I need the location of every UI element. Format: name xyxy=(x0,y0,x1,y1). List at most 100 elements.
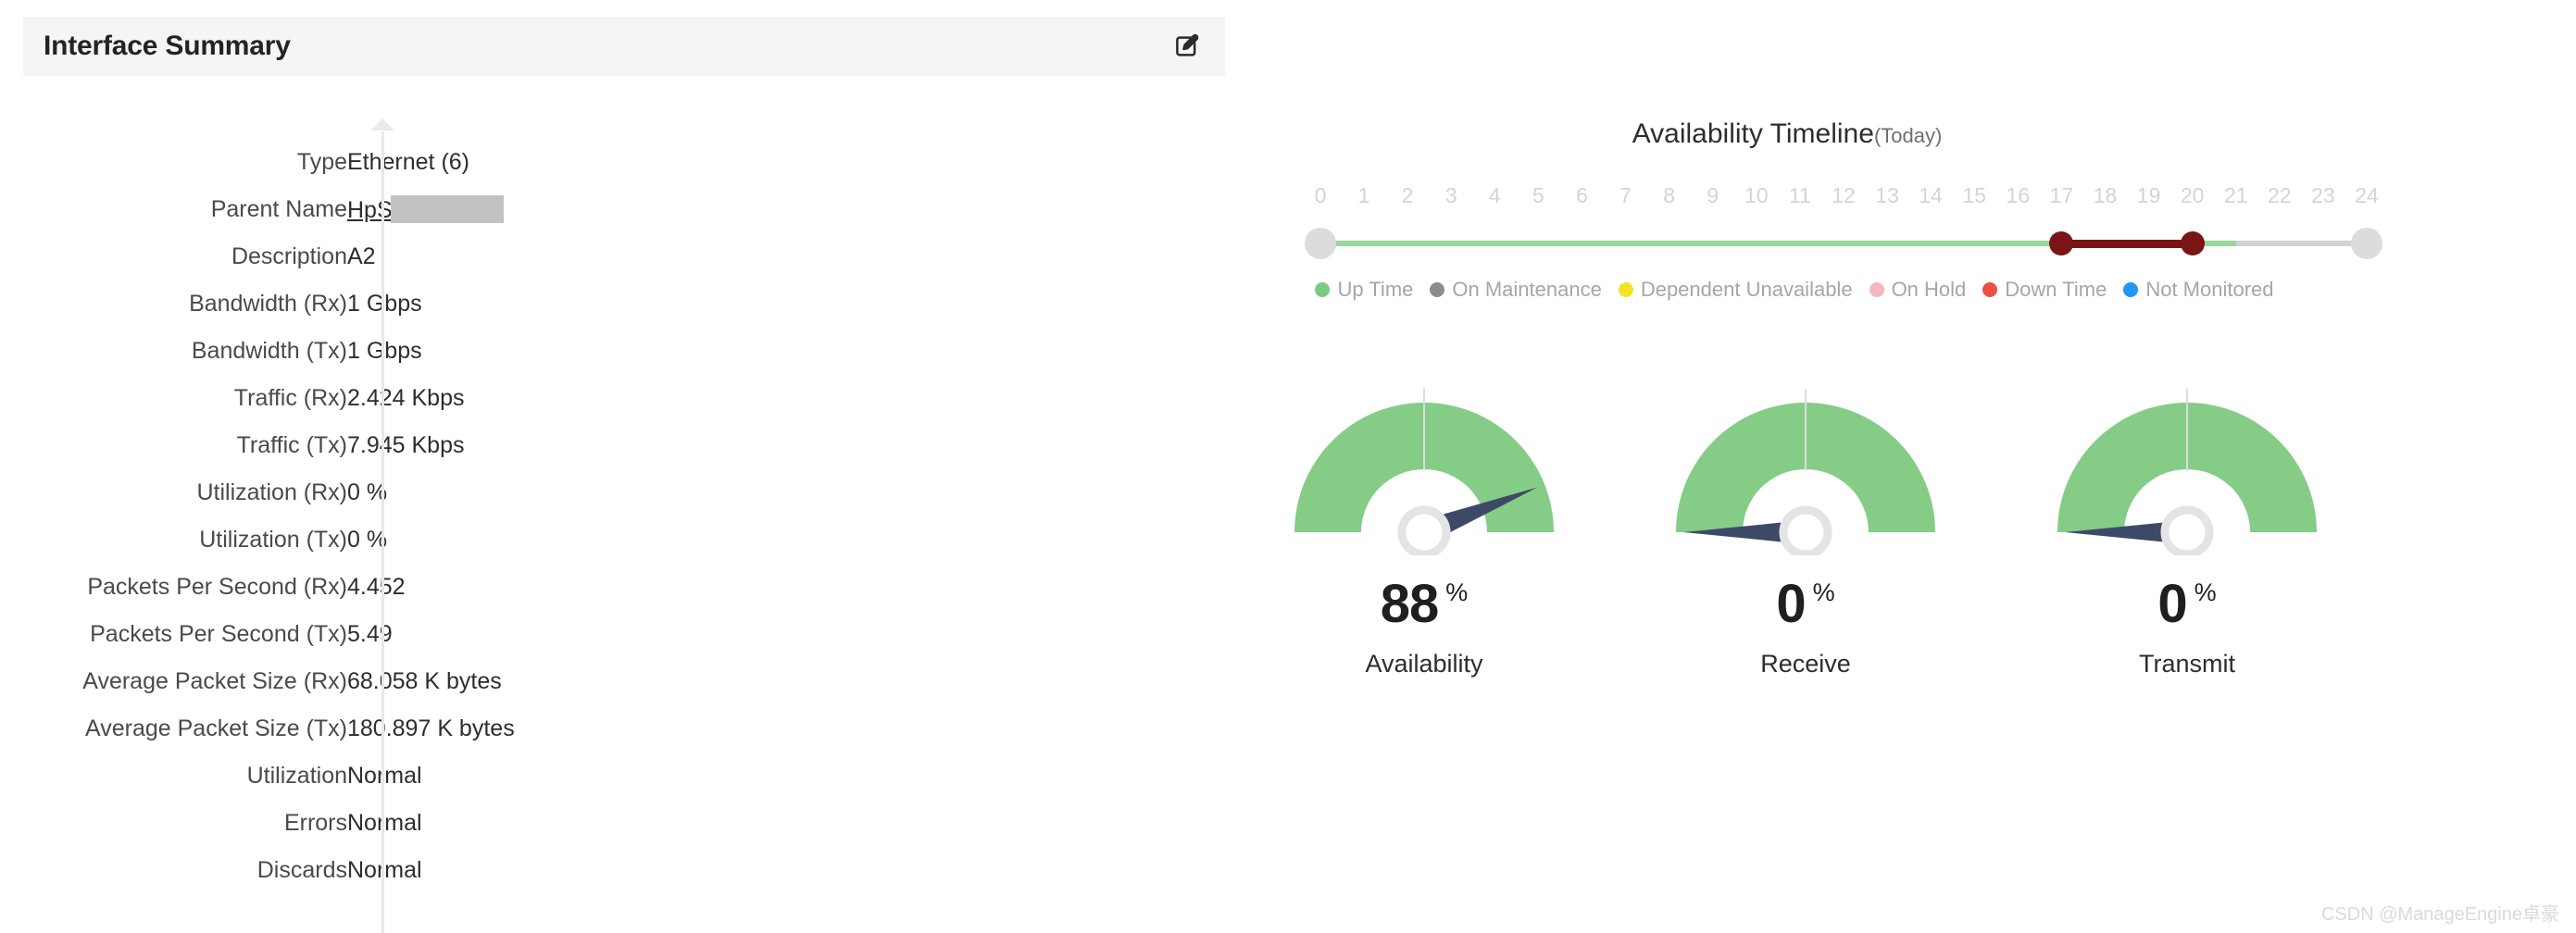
legend-color-dot xyxy=(1430,282,1445,297)
availability-pane: Availability Timeline(Today) 01234567891… xyxy=(1232,0,2576,933)
detail-label: Average Packet Size (Rx) xyxy=(82,668,347,694)
detail-value: 2.424 Kbps xyxy=(347,385,465,411)
column-resize-handle-icon[interactable] xyxy=(370,118,394,131)
gauge-dial xyxy=(1667,386,1945,559)
axis-tick-label: 16 xyxy=(2006,183,2031,207)
detail-label: Utilization (Tx) xyxy=(199,527,347,553)
detail-label: Traffic (Rx) xyxy=(233,385,347,411)
detail-value: HpSw xyxy=(347,186,1232,233)
timeline-title-main: Availability Timeline xyxy=(1632,118,1874,149)
legend-color-dot xyxy=(1869,282,1884,297)
interface-summary-page: Interface Summary Type Ethernet (6) Parent… xyxy=(0,0,2576,933)
availability-timeline-bar[interactable] xyxy=(1305,228,2382,259)
detail-value: A2 xyxy=(347,243,376,269)
legend-color-dot xyxy=(1982,282,1998,297)
axis-tick-label: 5 xyxy=(1532,183,1544,207)
gauge-value: 0% xyxy=(1776,578,1834,631)
axis-tick-label: 24 xyxy=(2355,183,2379,207)
gauge-unit: % xyxy=(2194,578,2217,606)
timeline-marker[interactable] xyxy=(2049,231,2074,255)
gauge-number: 0 xyxy=(2157,574,2187,634)
detail-label: Traffic (Tx) xyxy=(236,432,347,458)
legend-label: Not Monitored xyxy=(2145,278,2274,301)
detail-value: 1 Gbps xyxy=(347,338,422,364)
gauge-number: 0 xyxy=(1776,574,1806,634)
gauge-svg xyxy=(1676,386,1935,559)
detail-value: Normal xyxy=(347,763,422,789)
gauge-group: 88% Availability 0% Receive 0% Transmit xyxy=(1250,386,2361,678)
watermark: CSDN @ManageEngine卓豪 xyxy=(2320,904,2559,925)
axis-tick-label: 11 xyxy=(1788,183,1811,207)
timeline-legend: Up Time On Maintenance Dependent Unavailab… xyxy=(1232,278,2357,302)
axis-tick-label: 23 xyxy=(2311,183,2335,207)
gauge-unit: % xyxy=(1812,578,1835,606)
table-row: Average Packet Size (Tx) 180.897 K bytes xyxy=(0,705,1232,753)
detail-value: Normal xyxy=(347,857,422,883)
legend-label: Dependent Unavailable xyxy=(1640,278,1853,301)
detail-label: Parent Name xyxy=(210,196,347,222)
detail-value: 1 Gbps xyxy=(347,291,422,317)
axis-tick-label: 20 xyxy=(2180,183,2205,207)
detail-value: 4.452 xyxy=(347,574,406,600)
edit-pencil-glyph xyxy=(1176,34,1199,56)
axis-tick-label: 6 xyxy=(1576,183,1588,207)
gauge-card: 0% Receive xyxy=(1648,386,1963,678)
detail-value: Ethernet (6) xyxy=(347,149,470,175)
axis-tick-label: 12 xyxy=(1832,183,1856,207)
detail-label: Errors xyxy=(283,810,347,836)
legend-item: Not Monitored xyxy=(2123,278,2274,302)
detail-label: Type xyxy=(296,149,347,175)
legend-item: Dependent Unavailable xyxy=(1618,278,1853,302)
legend-color-dot xyxy=(1618,282,1633,297)
table-row: Packets Per Second (Rx) 4.452 xyxy=(0,564,1232,611)
timeline-segment[interactable] xyxy=(2235,241,2367,246)
legend-item: Down Time xyxy=(1982,278,2107,302)
interface-details-panel: Type Ethernet (6) Parent Name HpSw Descripti… xyxy=(0,118,1232,933)
gauge-hub xyxy=(1779,505,1832,559)
detail-value: Normal xyxy=(347,810,422,836)
table-row: Utilization Normal xyxy=(0,753,1232,800)
detail-label: Bandwidth (Tx) xyxy=(191,338,347,364)
gauge-label: Receive xyxy=(1760,650,1851,678)
axis-tick-label: 7 xyxy=(1619,183,1632,207)
axis-tick-label: 1 xyxy=(1357,183,1370,207)
detail-label: Discards xyxy=(256,857,347,883)
detail-value: 68.058 K bytes xyxy=(347,668,502,694)
gauge-label: Transmit xyxy=(2138,650,2235,678)
legend-label: On Maintenance xyxy=(1452,278,1602,301)
axis-tick-label: 4 xyxy=(1488,183,1501,207)
table-row: Type Ethernet (6) xyxy=(0,139,1232,186)
timeline-marker[interactable] xyxy=(2180,231,2205,255)
axis-tick-label: 15 xyxy=(1962,183,1987,207)
edit-pencil-icon[interactable] xyxy=(1169,29,1205,64)
axis-tick-label: 10 xyxy=(1744,183,1769,207)
gauge-number: 88 xyxy=(1380,574,1440,634)
axis-tick-label: 22 xyxy=(2268,183,2292,207)
axis-tick-label: 17 xyxy=(2049,183,2074,207)
table-row: Bandwidth (Tx) 1 Gbps xyxy=(0,328,1232,375)
gauge-value: 88% xyxy=(1381,578,1469,631)
timeline-segment[interactable] xyxy=(2061,239,2193,248)
table-row: Utilization (Rx) 0 % xyxy=(0,469,1232,516)
legend-color-dot xyxy=(1315,282,1331,297)
gauge-dial xyxy=(2048,386,2326,559)
gauge-hub xyxy=(1397,505,1451,559)
legend-label: On Hold xyxy=(1891,278,1967,301)
detail-label: Utilization (Rx) xyxy=(196,479,347,505)
detail-label: Packets Per Second (Tx) xyxy=(90,621,347,647)
gauge-card: 0% Transmit xyxy=(2030,386,2345,678)
timeline-axis-ticks: 0 1 2 3 4 5 6 7 8 9 10 11 12 13 14 15 16 17 18 19 20 21 22 23 24 xyxy=(1315,183,2379,209)
timeline-segment[interactable] xyxy=(1320,241,2062,246)
table-row: Traffic (Tx) 7.945 Kbps xyxy=(0,422,1232,469)
detail-value: 0 % xyxy=(347,527,388,553)
table-row: Bandwidth (Rx) 1 Gbps xyxy=(0,280,1232,328)
gauge-hub xyxy=(2160,505,2214,559)
table-row: Errors Normal xyxy=(0,800,1232,847)
axis-tick-label: 9 xyxy=(1707,183,1719,207)
axis-tick-label: 14 xyxy=(1919,183,1943,207)
gauge-unit: % xyxy=(1445,578,1469,606)
axis-tick-label: 0 xyxy=(1314,183,1327,207)
axis-tick-label: 21 xyxy=(2223,183,2248,207)
detail-value: 5.49 xyxy=(347,621,393,647)
table-row: Traffic (Rx) 2.424 Kbps xyxy=(0,375,1232,422)
